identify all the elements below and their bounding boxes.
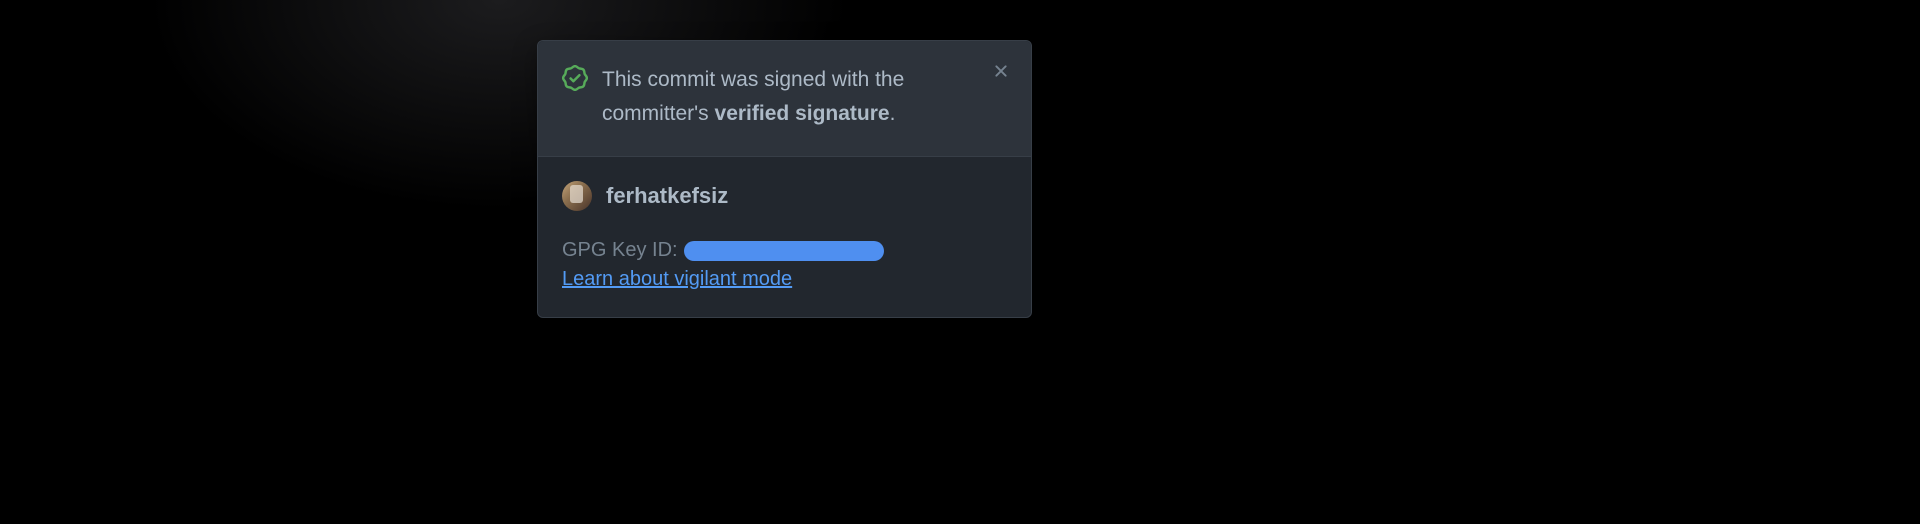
- close-button[interactable]: [991, 61, 1011, 81]
- username[interactable]: ferhatkefsiz: [606, 183, 728, 209]
- gpg-key-label: GPG Key ID:: [562, 239, 678, 262]
- avatar[interactable]: [562, 181, 592, 211]
- popup-header: This commit was signed with the committe…: [538, 41, 1031, 157]
- verified-icon: [562, 65, 588, 91]
- popup-body: ferhatkefsiz GPG Key ID: Learn about vig…: [538, 157, 1031, 317]
- signature-message-text-2: .: [890, 102, 896, 125]
- signature-message-bold: verified signature: [715, 102, 890, 125]
- commit-signature-popup: This commit was signed with the committe…: [537, 40, 1032, 318]
- signature-message: This commit was signed with the committe…: [602, 63, 1007, 130]
- close-icon: [991, 61, 1011, 81]
- gpg-key-row: GPG Key ID:: [562, 239, 1007, 262]
- vigilant-mode-link[interactable]: Learn about vigilant mode: [562, 268, 792, 290]
- user-row: ferhatkefsiz: [562, 181, 1007, 211]
- gpg-key-value-redacted: [684, 241, 884, 261]
